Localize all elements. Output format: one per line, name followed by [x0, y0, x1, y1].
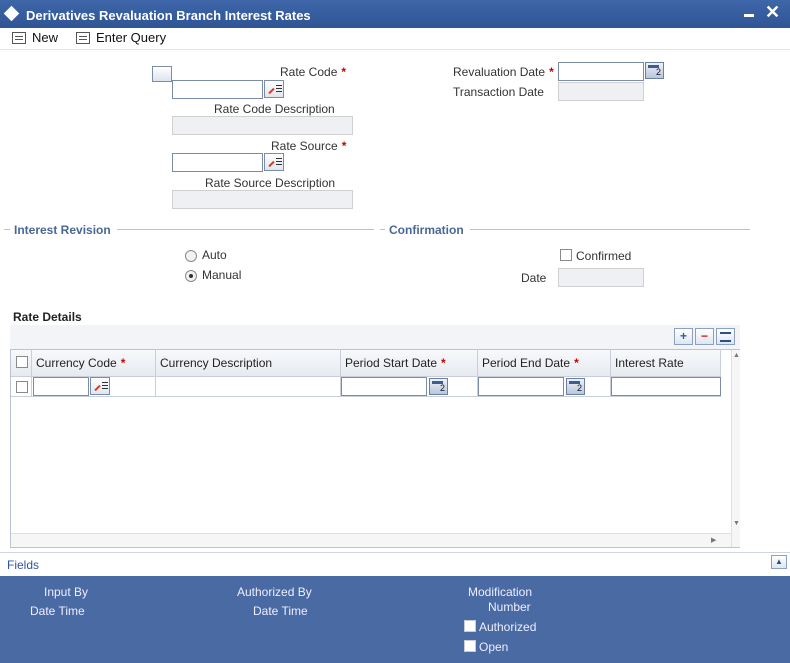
- row-select-cell: [11, 377, 32, 397]
- single-view-button[interactable]: [716, 328, 735, 345]
- grid-vertical-scrollbar[interactable]: ▲ ▼: [731, 350, 740, 547]
- confirmation-date-label: Date: [521, 271, 547, 285]
- fields-bar: Fields ▲: [0, 552, 790, 576]
- currency-description-header: Currency Description: [156, 350, 341, 376]
- interest-rate-input[interactable]: [611, 377, 721, 396]
- revaluation-date-label: Revaluation Date *: [453, 65, 554, 79]
- currency-code-cell: [32, 377, 156, 397]
- modification-label: Modification: [468, 585, 533, 599]
- currency-description-cell: [156, 377, 341, 397]
- input-date-time-label: Date Time: [30, 604, 85, 618]
- confirmation-title: Confirmation: [385, 223, 470, 237]
- window-title: Derivatives Revaluation Branch Interest …: [26, 8, 311, 23]
- confirmed-checkbox[interactable]: [560, 249, 572, 261]
- rate-details-toolbar: + −: [10, 325, 740, 349]
- rate-code-label: Rate Code *: [280, 65, 347, 79]
- enter-query-icon: [76, 32, 90, 44]
- rate-source-label: Rate Source *: [271, 139, 347, 153]
- table-row: 2 2: [11, 376, 721, 397]
- currency-code-input[interactable]: [33, 377, 89, 396]
- interest-rate-header: Interest Rate: [611, 350, 721, 376]
- scroll-right-icon[interactable]: ▶: [711, 536, 716, 544]
- auto-radio[interactable]: [185, 250, 197, 262]
- new-button[interactable]: New: [12, 30, 58, 45]
- toolbar: New Enter Query: [0, 28, 790, 50]
- auto-radio-label: Auto: [202, 248, 227, 262]
- rate-code-input[interactable]: [172, 80, 263, 99]
- interest-rate-cell: [611, 377, 721, 397]
- rate-source-lov-button[interactable]: [264, 153, 284, 171]
- confirmed-label: Confirmed: [576, 249, 632, 263]
- transaction-date-field: [558, 82, 644, 101]
- app-diamond-icon: [3, 5, 20, 22]
- rate-code-description-field: [172, 116, 353, 135]
- minimize-icon[interactable]: [744, 14, 754, 17]
- manual-radio-label: Manual: [202, 268, 242, 282]
- manual-radio[interactable]: [185, 270, 197, 282]
- expand-fields-icon[interactable]: ▲: [771, 555, 787, 569]
- new-icon: [12, 32, 26, 44]
- period-start-date-calendar-icon[interactable]: 2: [429, 378, 448, 395]
- rate-code-lov-small-button[interactable]: [152, 66, 172, 82]
- select-all-header: [11, 350, 32, 376]
- scroll-down-icon[interactable]: ▼: [733, 520, 740, 527]
- new-label: New: [32, 30, 59, 45]
- currency-code-header: Currency Code *: [32, 350, 156, 376]
- currency-code-lov-button[interactable]: [90, 377, 110, 395]
- authorized-checkbox[interactable]: [464, 620, 476, 632]
- rate-details-grid: Currency Code * Currency Description Peri…: [10, 349, 740, 548]
- modification-number-label: Number: [488, 600, 531, 614]
- title-bar: Derivatives Revaluation Branch Interest …: [0, 0, 790, 28]
- period-end-date-calendar-icon[interactable]: 2: [566, 378, 585, 395]
- open-checkbox[interactable]: [464, 640, 476, 652]
- revaluation-date-calendar-icon[interactable]: 2: [645, 62, 664, 79]
- authorized-date-time-label: Date Time: [253, 604, 308, 618]
- period-end-date-cell: 2: [478, 377, 611, 397]
- scroll-up-icon[interactable]: ▲: [733, 352, 740, 359]
- interest-revision-title: Interest Revision: [10, 223, 117, 237]
- period-start-date-header: Period Start Date *: [341, 350, 478, 376]
- rate-code-lov-button[interactable]: [264, 80, 284, 98]
- open-checkbox-label: Open: [479, 640, 509, 654]
- add-row-button[interactable]: +: [674, 328, 693, 345]
- authorized-by-label: Authorized By: [237, 585, 312, 599]
- period-start-date-cell: 2: [341, 377, 478, 397]
- revaluation-date-input[interactable]: [558, 62, 644, 81]
- rate-source-input[interactable]: [172, 153, 263, 172]
- rate-code-description-label: Rate Code Description: [214, 102, 335, 116]
- authorized-checkbox-label: Authorized: [479, 620, 537, 634]
- delete-row-button[interactable]: −: [695, 328, 714, 345]
- period-start-date-input[interactable]: [341, 377, 427, 396]
- fields-link[interactable]: Fields: [7, 558, 39, 572]
- period-end-date-header: Period End Date *: [478, 350, 611, 376]
- transaction-date-label: Transaction Date: [453, 85, 544, 99]
- rate-source-description-label: Rate Source Description: [205, 176, 336, 190]
- row-checkbox[interactable]: [16, 381, 28, 393]
- input-by-label: Input By: [44, 585, 89, 599]
- select-all-checkbox[interactable]: [16, 356, 28, 368]
- close-icon[interactable]: ✕: [765, 2, 780, 22]
- enter-query-label: Enter Query: [96, 30, 167, 45]
- list-icon: [720, 332, 731, 342]
- rate-source-description-field: [172, 190, 353, 209]
- period-end-date-input[interactable]: [478, 377, 564, 396]
- rate-details-title: Rate Details: [13, 310, 82, 324]
- audit-footer: Input By Date Time Authorized By Date Ti…: [0, 576, 790, 663]
- enter-query-button[interactable]: Enter Query: [76, 30, 166, 45]
- confirmation-date-field: [558, 268, 644, 287]
- grid-horizontal-scrollbar[interactable]: ▶: [11, 533, 731, 547]
